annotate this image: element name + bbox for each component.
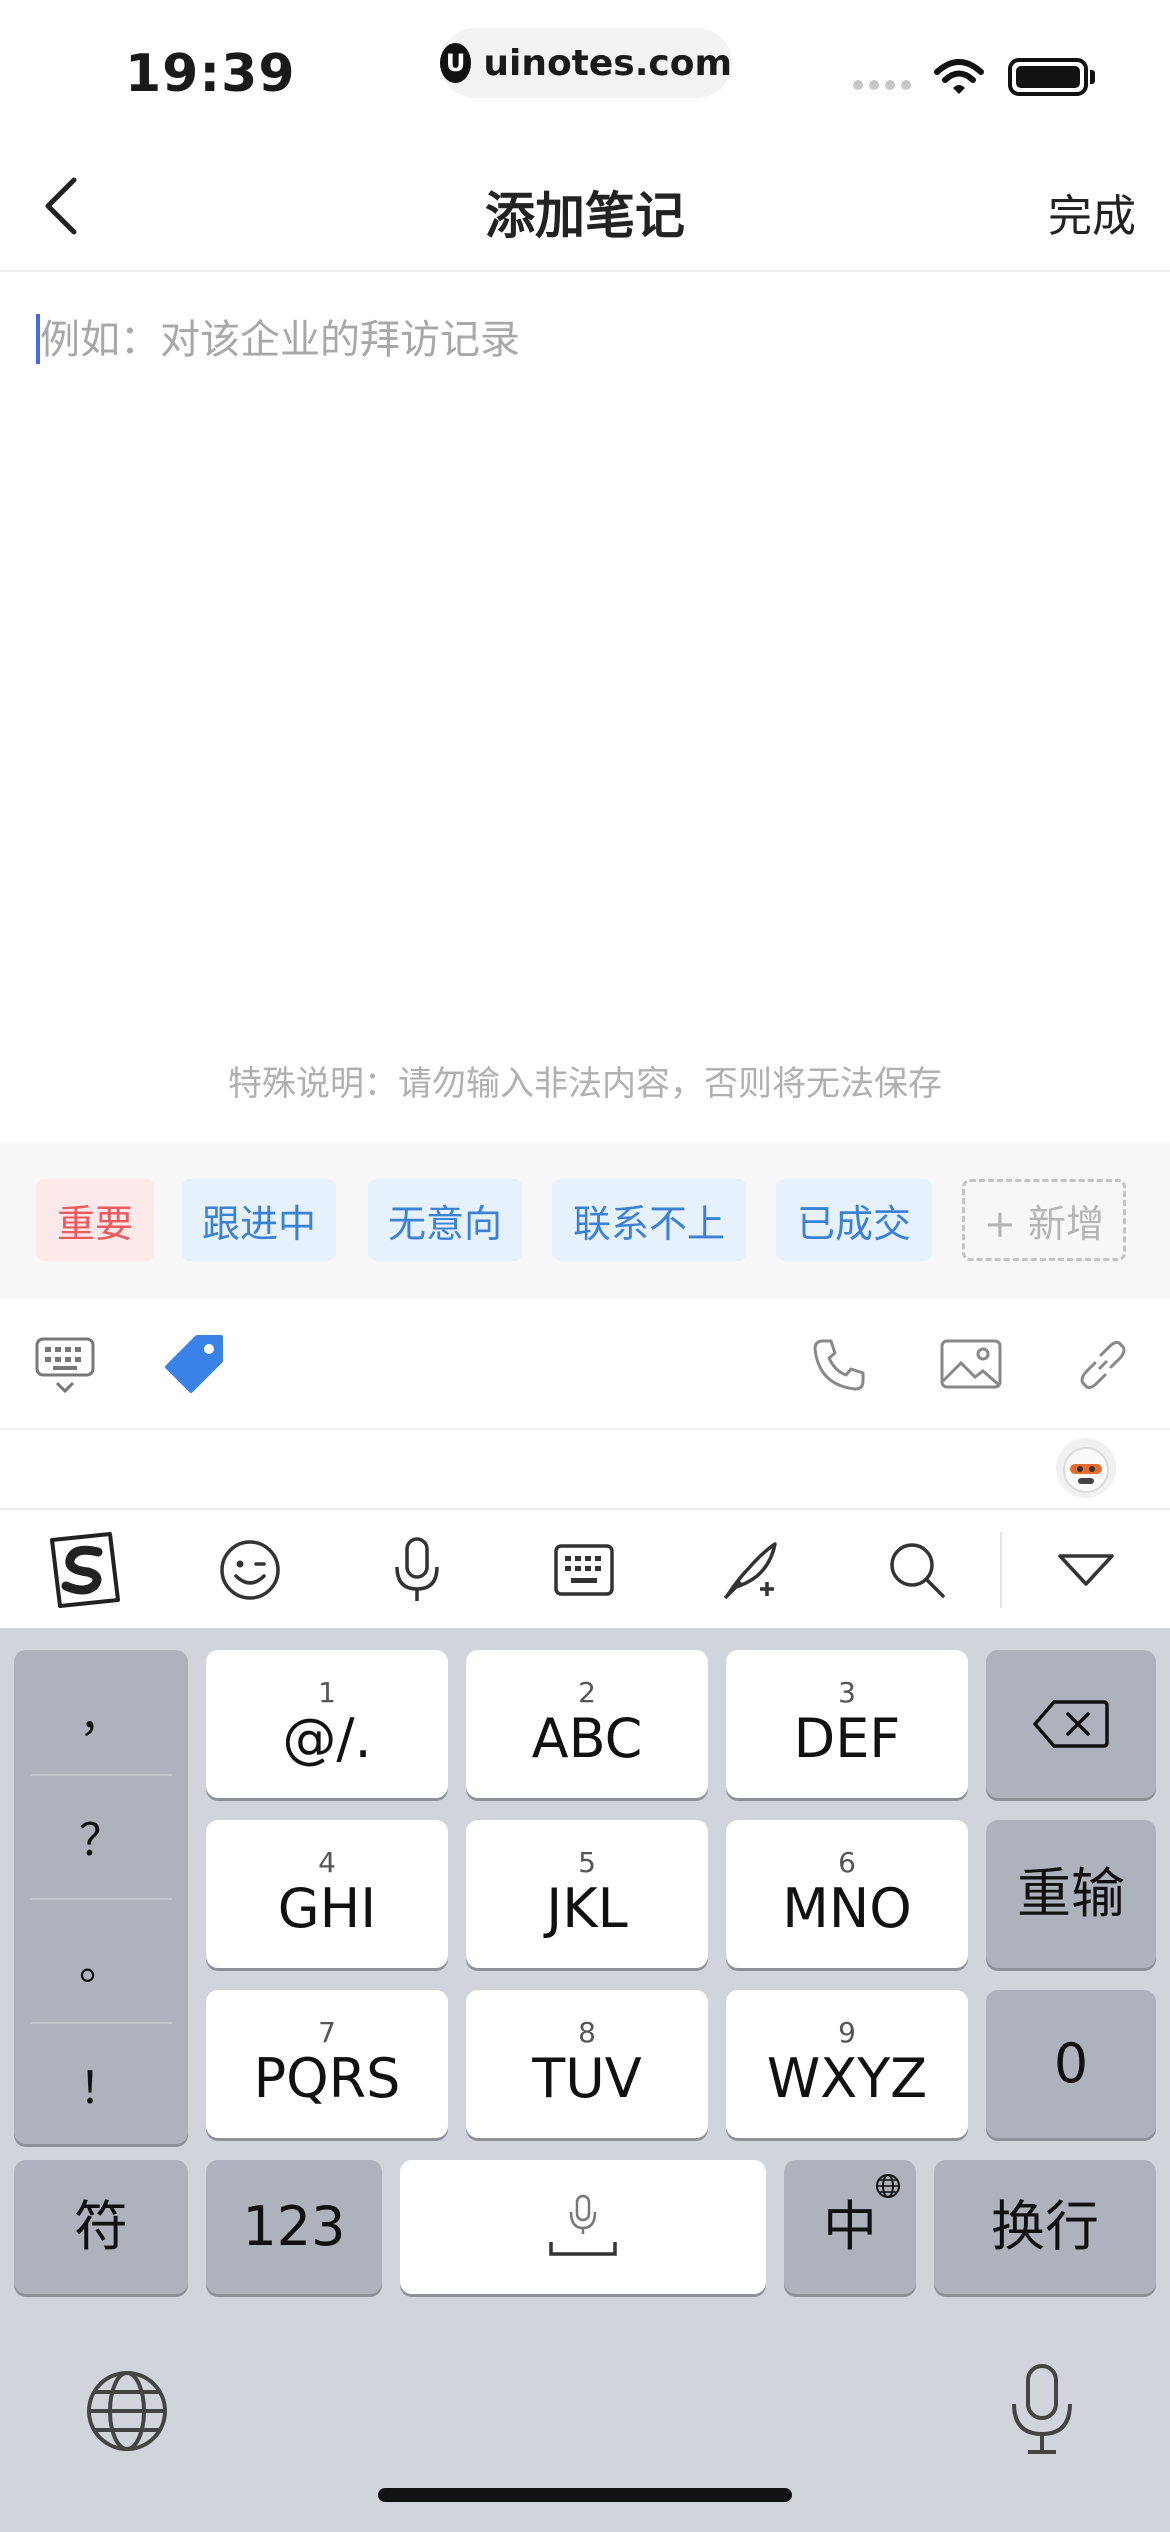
microphone-icon [395, 1537, 439, 1601]
home-indicator [378, 2488, 792, 2502]
keyboard: ， ？ 。 ！ 1 @/. 2 ABC 3 DEF 4 GHI 5 JKL 6 MNO 重输… [0, 1628, 1170, 2532]
tag-button[interactable] [160, 1330, 230, 1400]
site-logo-icon: U [440, 43, 472, 83]
link-icon [1080, 1340, 1126, 1390]
status-time: 19:39 [125, 44, 296, 104]
backspace-key[interactable] [986, 1650, 1156, 1798]
punct-period-key[interactable]: 。 [14, 1898, 188, 2022]
key-9[interactable]: 9 WXYZ [726, 1990, 968, 2138]
url-text: uinotes.com [483, 42, 732, 84]
punctuation-column: ， ？ 。 ！ [14, 1650, 188, 2144]
reenter-key[interactable]: 重输 [986, 1820, 1156, 1968]
keyboard-icon [554, 1544, 614, 1596]
language-key[interactable]: 中 [784, 2160, 916, 2294]
page-title: 添加笔记 [485, 187, 685, 245]
tag-bar: 重要 跟进中 无意向 联系不上 已成交 + 新增 [0, 1143, 1170, 1299]
tag-following[interactable]: 跟进中 [182, 1179, 336, 1261]
collapse-icon [1058, 1554, 1114, 1586]
punct-comma-key[interactable]: ， [14, 1650, 188, 1774]
tag-unreachable[interactable]: 联系不上 [552, 1179, 746, 1261]
add-tag-button[interactable]: + 新增 [962, 1179, 1126, 1261]
disclaimer-text: 特殊说明：请勿输入非法内容，否则将无法保存 [228, 1064, 942, 1104]
sogou-menu-button[interactable] [44, 1530, 124, 1610]
phone-icon [813, 1339, 865, 1391]
tag-icon [165, 1335, 223, 1393]
image-icon [940, 1339, 1002, 1389]
status-bar: 19:39 U uinotes.com [0, 0, 1170, 140]
note-input[interactable] [40, 310, 1120, 370]
key-3[interactable]: 3 DEF [726, 1650, 968, 1798]
dictation-button[interactable] [1000, 2362, 1084, 2458]
keyboard-suggestion-strip [0, 1432, 1170, 1510]
key-0[interactable]: 0 [986, 1990, 1156, 2138]
space-mic-icon [549, 2194, 617, 2256]
voice-input-button[interactable] [377, 1530, 457, 1610]
globe-icon [87, 2371, 167, 2451]
keyboard-hide-button[interactable] [30, 1330, 100, 1400]
space-key[interactable] [400, 2160, 766, 2294]
globe-small-icon [876, 2174, 900, 2198]
backspace-icon [1033, 1700, 1109, 1748]
ime-mascot-icon[interactable] [1056, 1438, 1116, 1498]
key-5[interactable]: 5 JKL [466, 1820, 708, 1968]
tag-closed-deal[interactable]: 已成交 [776, 1179, 932, 1261]
editor-toolbar [0, 1300, 1170, 1430]
key-6[interactable]: 6 MNO [726, 1820, 968, 1968]
battery-icon [1008, 58, 1088, 96]
keyboard-layout-button[interactable] [544, 1530, 624, 1610]
key-1[interactable]: 1 @/. [206, 1650, 448, 1798]
ime-toolbar [0, 1510, 1170, 1628]
search-icon [890, 1543, 945, 1598]
keyboard-hide-icon [35, 1337, 95, 1394]
nav-bar: 添加笔记 完成 [0, 140, 1170, 272]
tag-no-intent[interactable]: 无意向 [368, 1179, 522, 1261]
key-8[interactable]: 8 TUV [466, 1990, 708, 2138]
url-pill: U uinotes.com [440, 28, 732, 98]
switch-keyboard-button[interactable] [82, 2366, 172, 2456]
handwriting-button[interactable] [711, 1530, 791, 1610]
image-button[interactable] [936, 1330, 1006, 1400]
handwriting-icon [723, 1542, 777, 1600]
ime-search-button[interactable] [877, 1530, 957, 1610]
emoji-icon [220, 1540, 280, 1600]
key-4[interactable]: 4 GHI [206, 1820, 448, 1968]
key-2[interactable]: 2 ABC [466, 1650, 708, 1798]
punct-exclaim-key[interactable]: ！ [14, 2022, 188, 2146]
link-button[interactable] [1068, 1330, 1138, 1400]
punct-question-key[interactable]: ？ [14, 1774, 188, 1898]
emoji-button[interactable] [210, 1530, 290, 1610]
symbols-key[interactable]: 符 [14, 2160, 188, 2294]
wifi-icon [934, 59, 984, 94]
newline-key[interactable]: 换行 [934, 2160, 1156, 2294]
numbers-key[interactable]: 123 [206, 2160, 382, 2294]
key-7[interactable]: 7 PQRS [206, 1990, 448, 2138]
phone-button[interactable] [804, 1330, 874, 1400]
tag-important[interactable]: 重要 [36, 1179, 154, 1261]
dictation-mic-icon [1012, 2364, 1072, 2454]
sogou-logo-icon [50, 1532, 120, 1608]
done-button[interactable]: 完成 [1048, 180, 1136, 244]
collapse-keyboard-button[interactable] [1046, 1530, 1126, 1610]
cellular-signal-icon [853, 80, 911, 90]
note-editor: 特殊说明：请勿输入非法内容，否则将无法保存 [0, 274, 1170, 1144]
